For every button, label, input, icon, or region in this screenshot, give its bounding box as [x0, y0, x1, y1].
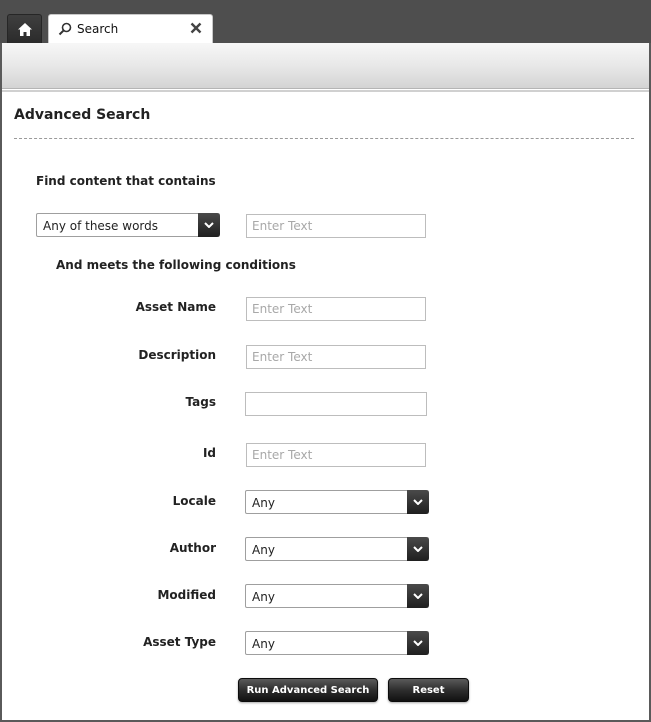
tags-label: Tags [185, 395, 216, 409]
chevron-down-icon[interactable] [407, 631, 429, 655]
id-input[interactable] [246, 443, 426, 467]
id-label: Id [202, 446, 216, 460]
tags-input[interactable] [245, 392, 427, 416]
asset-type-value: Any [252, 637, 275, 651]
run-advanced-search-button[interactable]: Run Advanced Search [238, 678, 378, 702]
match-mode-select[interactable]: Any of these words [36, 213, 220, 237]
match-mode-value: Any of these words [43, 219, 159, 233]
modified-value: Any [252, 590, 275, 604]
asset-type-select[interactable]: Any [245, 631, 429, 655]
keyword-input[interactable] [246, 214, 426, 238]
author-label: Author [169, 541, 216, 555]
tab-search-label: Search [77, 22, 119, 36]
locale-select[interactable]: Any [245, 490, 429, 514]
chevron-down-icon[interactable] [198, 213, 220, 237]
locale-value: Any [252, 496, 275, 510]
close-icon[interactable] [190, 22, 202, 34]
author-value: Any [252, 543, 275, 557]
description-label: Description [138, 348, 216, 362]
conditions-label: And meets the following conditions [56, 258, 296, 272]
toolbar [2, 43, 649, 89]
author-select[interactable]: Any [245, 537, 429, 561]
magnifier-icon [58, 22, 72, 36]
modified-label: Modified [157, 588, 216, 602]
tab-search[interactable]: Search [48, 14, 213, 43]
chevron-down-icon[interactable] [407, 490, 429, 514]
page-title: Advanced Search [14, 107, 151, 123]
chevron-down-icon[interactable] [407, 537, 429, 561]
home-icon [17, 22, 32, 36]
toolbar-divider [2, 90, 649, 92]
description-input[interactable] [246, 345, 426, 369]
modified-select[interactable]: Any [245, 584, 429, 608]
title-divider [14, 138, 634, 139]
chevron-down-icon[interactable] [407, 584, 429, 608]
asset-name-label: Asset Name [135, 300, 216, 314]
asset-type-label: Asset Type [143, 635, 216, 649]
home-tab[interactable] [7, 14, 42, 43]
reset-button[interactable]: Reset [388, 678, 469, 702]
asset-name-input[interactable] [246, 297, 426, 321]
find-content-label: Find content that contains [36, 174, 216, 188]
locale-label: Locale [172, 494, 216, 508]
tab-bar: Search [0, 0, 651, 43]
